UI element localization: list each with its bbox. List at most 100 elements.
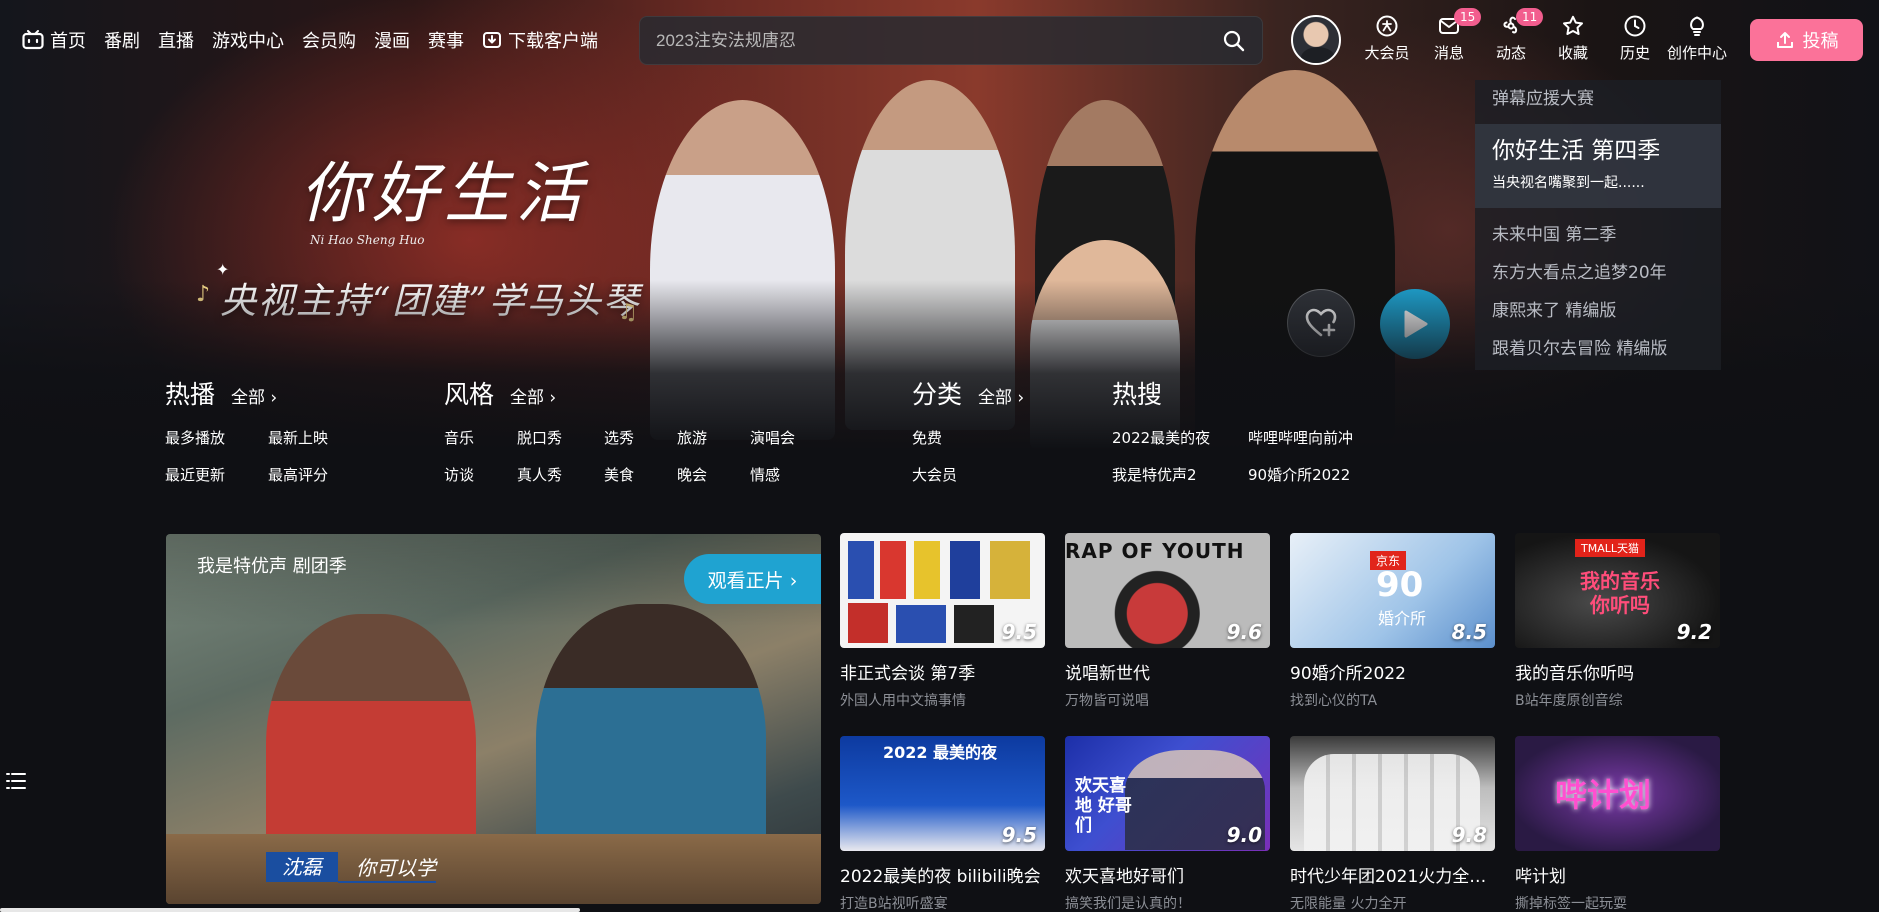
featured-video[interactable]: 我是特优声 剧团季 观看正片 › 沈磊 你可以学 <box>166 534 821 904</box>
side-item[interactable]: 康熙来了 精编版 <box>1475 292 1721 330</box>
nav-esports[interactable]: 赛事 <box>428 27 464 53</box>
play-icon <box>1404 310 1428 338</box>
category-link[interactable]: 真人秀 <box>517 464 604 485</box>
show-thumbnail: 欢天喜地 好哥们 9.0 <box>1065 736 1270 851</box>
side-item-active[interactable]: 你好生活 第四季 当央视名嘴聚到一起...... <box>1475 124 1721 208</box>
hot-search-link[interactable]: 哔哩哔哩向前冲 <box>1248 427 1388 448</box>
nav-creator-center[interactable]: 创作中心 <box>1666 14 1728 63</box>
category-link[interactable]: 演唱会 <box>750 427 830 448</box>
category-link[interactable]: 最高评分 <box>268 464 371 485</box>
show-title[interactable]: 说唱新世代 <box>1065 659 1270 684</box>
nav-right-icons: 大会员 15 消息 11 动态 收藏 历史 创作中心 <box>1356 8 1728 63</box>
horizontal-scrollbar[interactable] <box>0 908 580 912</box>
show-title[interactable]: 90婚介所2022 <box>1290 659 1495 684</box>
hot-search-link[interactable]: 2022最美的夜 <box>1112 427 1248 448</box>
show-thumbnail: 京东 90 婚介所 8.5 <box>1290 533 1495 648</box>
music-note-icon: ♫ <box>618 300 638 325</box>
rating-score: 9.5 <box>1001 620 1037 644</box>
rating-score: 9.5 <box>1001 823 1037 847</box>
show-subtitle: 撕掉标签一起玩耍 <box>1515 896 1627 912</box>
nav-home-label: 首页 <box>50 31 86 52</box>
nav-download-label: 下载客户端 <box>508 31 598 52</box>
nav-creator-label: 创作中心 <box>1666 44 1727 62</box>
category-link[interactable]: 最近更新 <box>165 464 268 485</box>
show-card[interactable]: 2022 最美的夜 9.5 2022最美的夜 bilibili晚会 打造B站视听… <box>840 736 1045 912</box>
hot-search-link[interactable]: 我是特优声2 <box>1112 464 1248 485</box>
category-link[interactable]: 最新上映 <box>268 427 371 448</box>
nav-favorites[interactable]: 收藏 <box>1542 14 1604 63</box>
bulb-icon <box>1690 16 1704 36</box>
category-link[interactable]: 旅游 <box>677 427 750 448</box>
category-all-link[interactable]: 全部 › <box>510 383 556 408</box>
side-item[interactable]: 东方大看点之追梦20年 <box>1475 254 1721 292</box>
show-title[interactable]: 时代少年团2021火力全开… <box>1290 862 1495 887</box>
nav-dynamic[interactable]: 11 动态 <box>1480 8 1544 63</box>
clock-icon <box>1624 15 1646 37</box>
thumb-text: 2022 最美的夜 <box>882 743 998 762</box>
nav-mall[interactable]: 会员购 <box>302 27 356 53</box>
rating-score: 9.0 <box>1226 823 1262 847</box>
thumb-brand: TMALL天猫 <box>1575 539 1645 557</box>
category-all-link[interactable]: 全部 › <box>978 383 1024 408</box>
show-title[interactable]: 非正式会谈 第7季 <box>840 659 1045 684</box>
list-menu-icon[interactable] <box>4 769 28 793</box>
upload-button[interactable]: 投稿 <box>1750 19 1863 61</box>
nav-vip[interactable]: 大会员 <box>1356 14 1418 63</box>
featured-caption: 沈磊 你可以学 <box>266 852 436 883</box>
rating-score: 9.6 <box>1226 620 1262 644</box>
show-card[interactable]: 9.5 非正式会谈 第7季 外国人用中文搞事情 <box>840 533 1045 710</box>
category-link[interactable]: 大会员 <box>912 464 1012 485</box>
nav-history-label: 历史 <box>1619 44 1650 62</box>
show-subtitle: 万物皆可说唱 <box>1065 693 1149 709</box>
nav-live[interactable]: 直播 <box>158 27 194 53</box>
nav-download-client[interactable]: 下载客户端 <box>482 27 598 53</box>
nav-manga[interactable]: 漫画 <box>374 27 410 53</box>
featured-title: 我是特优声 剧团季 <box>197 556 347 577</box>
show-title[interactable]: 我的音乐你听吗 <box>1515 659 1720 684</box>
watch-full-button[interactable]: 观看正片 › <box>684 554 821 604</box>
show-title[interactable]: 2022最美的夜 bilibili晚会 <box>840 862 1045 887</box>
nav-favorites-label: 收藏 <box>1557 44 1588 62</box>
upload-label: 投稿 <box>1802 31 1839 52</box>
category-all-link[interactable]: 全部 › <box>231 383 277 408</box>
thumb-text: 我的音乐 你听吗 <box>1580 569 1660 617</box>
category-link[interactable]: 选秀 <box>604 427 677 448</box>
nav-home[interactable]: 首页 <box>22 27 86 53</box>
category-link[interactable]: 访谈 <box>444 464 517 485</box>
hot-search-link[interactable]: 90婚介所2022 <box>1248 464 1388 485</box>
add-favorite-button[interactable] <box>1287 289 1355 357</box>
show-subtitle: 找到心仪的TA <box>1290 693 1378 709</box>
category-link[interactable]: 免费 <box>912 427 1012 448</box>
show-card[interactable]: 京东 90 婚介所 8.5 90婚介所2022 找到心仪的TA <box>1290 533 1495 710</box>
caption-text: 你可以学 <box>338 852 436 883</box>
nav-messages[interactable]: 15 消息 <box>1418 8 1482 63</box>
rating-score: 9.2 <box>1676 620 1712 644</box>
show-card[interactable]: 哔计划 哔计划 撕掉标签一起玩耍 <box>1515 736 1720 912</box>
side-item[interactable]: 未来中国 第二季 <box>1475 216 1721 254</box>
category-link[interactable]: 音乐 <box>444 427 517 448</box>
show-card[interactable]: 9.8 时代少年团2021火力全开… 无限能量 火力全开 <box>1290 736 1495 912</box>
user-avatar[interactable] <box>1291 15 1341 65</box>
side-item[interactable]: 弹幕应援大赛 <box>1475 80 1721 118</box>
nav-left-links: 首页 番剧 直播 游戏中心 会员购 漫画 赛事 下载客户端 <box>22 27 616 53</box>
show-title[interactable]: 欢天喜地好哥们 <box>1065 862 1270 887</box>
side-item[interactable]: 跟着贝尔去冒险 精编版 <box>1475 330 1721 368</box>
search-input[interactable] <box>656 17 1196 64</box>
show-subtitle: 无限能量 火力全开 <box>1290 896 1407 912</box>
nav-history[interactable]: 历史 <box>1604 14 1666 63</box>
category-link[interactable]: 情感 <box>750 464 830 485</box>
category-link[interactable]: 美食 <box>604 464 677 485</box>
play-button[interactable] <box>1380 289 1450 359</box>
nav-bangumi[interactable]: 番剧 <box>104 27 140 53</box>
category-link[interactable]: 最多播放 <box>165 427 268 448</box>
category-hot: 热播 全部 › 最多播放 最新上映 最近更新 最高评分 <box>165 375 371 485</box>
nav-game-center[interactable]: 游戏中心 <box>212 27 284 53</box>
thumb-text: 欢天喜地 好哥们 <box>1075 776 1132 836</box>
show-card[interactable]: RAP OF YOUTH 9.6 说唱新世代 万物皆可说唱 <box>1065 533 1270 710</box>
category-link[interactable]: 脱口秀 <box>517 427 604 448</box>
show-card[interactable]: TMALL天猫 我的音乐 你听吗 9.2 我的音乐你听吗 B站年度原创音综 <box>1515 533 1720 710</box>
show-title[interactable]: 哔计划 <box>1515 862 1720 887</box>
show-card[interactable]: 欢天喜地 好哥们 9.0 欢天喜地好哥们 搞笑我们是认真的！ <box>1065 736 1270 912</box>
category-link[interactable]: 晚会 <box>677 464 750 485</box>
search-icon[interactable] <box>1222 29 1246 53</box>
